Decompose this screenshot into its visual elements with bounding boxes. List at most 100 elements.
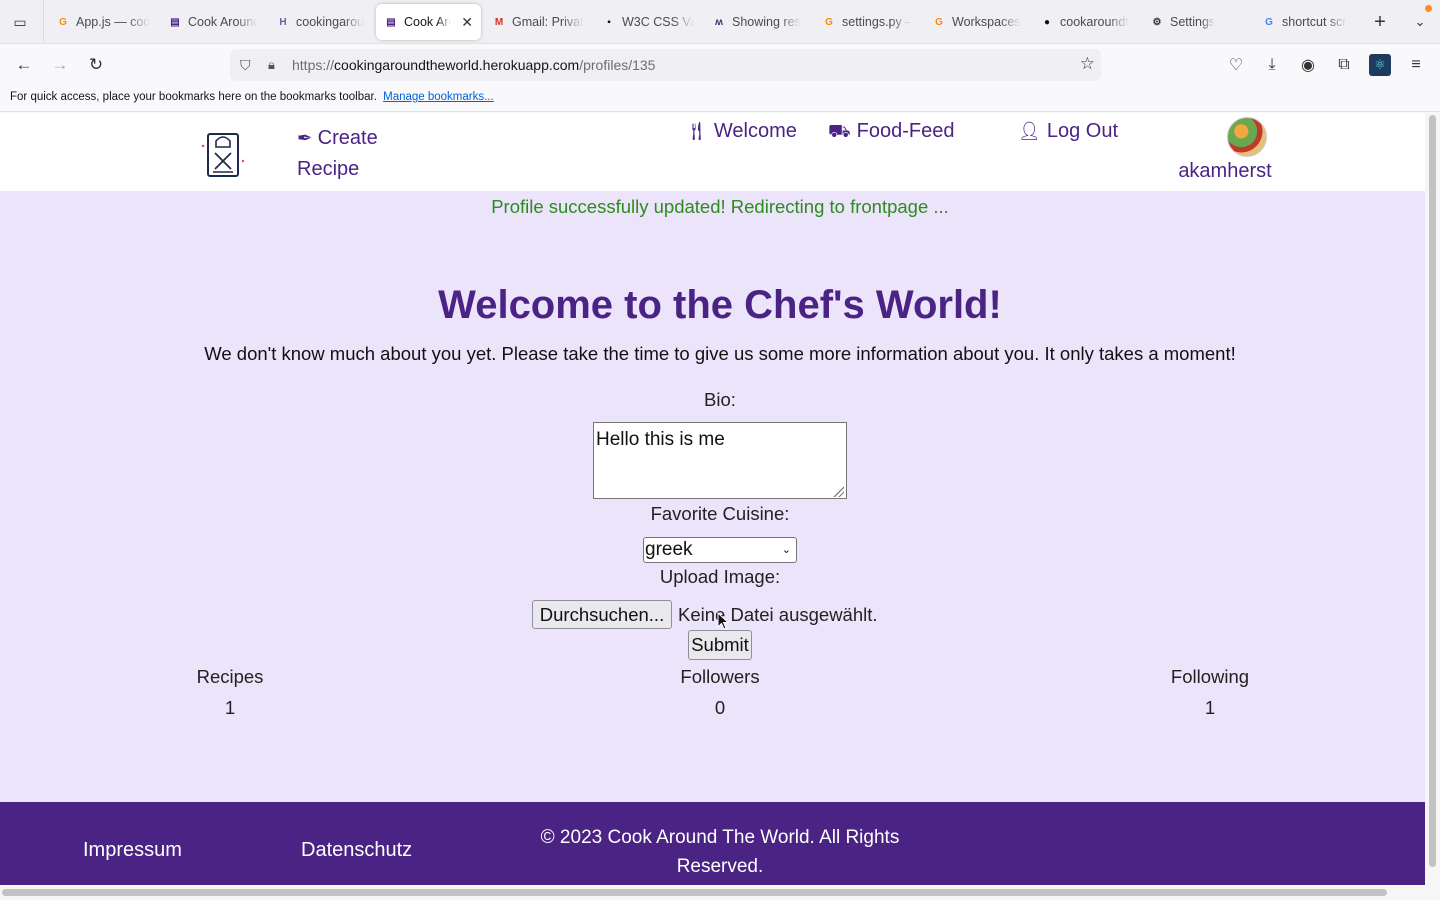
- gear-icon: ⚙: [1152, 16, 1162, 28]
- food-feed-label: Food-Feed: [856, 120, 955, 142]
- page-title: Welcome to the Chef's World!: [438, 283, 1002, 327]
- browser-tab-bar: ▭ G App.js — coo ▤ Cook Around Hcookingarou ▤…: [0, 0, 1440, 44]
- tab-title: Workspaces: [952, 15, 1021, 29]
- stat-value: 0: [714, 697, 726, 718]
- gitpod-icon: G: [825, 16, 833, 28]
- url-text[interactable]: https://cookingaroundtheworld.herokuapp.…: [292, 57, 655, 73]
- reload-icon[interactable]: ↻: [82, 52, 110, 78]
- browser-tab[interactable]: Gsettings.py –: [814, 4, 922, 40]
- stat-label: Followers: [680, 666, 760, 687]
- wolf-icon: ʍ: [715, 16, 723, 28]
- bookmarks-toolbar: For quick access, place your bookmarks h…: [0, 86, 1440, 112]
- browser-tab[interactable]: Gshortcut scr: [1254, 4, 1362, 40]
- browser-tab[interactable]: ▤ Cook Aro ✕: [376, 4, 481, 40]
- shield-icon[interactable]: ⛉: [240, 57, 256, 74]
- user-icon: 👤︎: [1018, 121, 1041, 141]
- welcome-label: Welcome: [713, 120, 797, 142]
- site-logo-icon[interactable]: [200, 131, 246, 179]
- submit-button[interactable]: Submit: [688, 630, 752, 660]
- stat-value: 1: [1204, 697, 1216, 718]
- lock-icon[interactable]: 🔒︎: [268, 57, 282, 73]
- browser-tab[interactable]: M Gmail: Privat: [484, 4, 594, 40]
- stat-recipes: Recipes 1: [150, 666, 310, 719]
- list-all-tabs-icon[interactable]: ⌄: [1408, 10, 1432, 34]
- intro-text: We don't know much about you yet. Please…: [204, 343, 1236, 364]
- back-icon[interactable]: ←: [10, 52, 38, 78]
- gmail-icon: M: [494, 16, 504, 28]
- account-icon[interactable]: ◉: [1297, 54, 1319, 76]
- site-icon: ▤: [170, 16, 180, 28]
- cuisine-selected-value: greek: [645, 539, 693, 560]
- browser-tab[interactable]: G App.js — coo: [48, 4, 158, 40]
- upload-image-label: Upload Image:: [659, 566, 781, 587]
- site-icon: ▤: [386, 16, 396, 28]
- react-devtools-icon[interactable]: ⚛: [1369, 54, 1391, 76]
- site-footer: Impressum Datenschutz © 2023 Cook Around…: [0, 802, 1425, 885]
- notification-dot: [1425, 5, 1432, 12]
- new-tab-button[interactable]: +: [1368, 10, 1392, 34]
- create-recipe-link[interactable]: ✒ Create Recipe: [297, 123, 407, 185]
- cuisine-select[interactable]: greek ⌄: [643, 537, 797, 563]
- browser-tab[interactable]: ▪ W3C CSS Va: [594, 4, 702, 40]
- google-icon: G: [1265, 16, 1273, 28]
- scroll-thumb[interactable]: [1429, 115, 1436, 867]
- w3c-icon: ▪: [607, 16, 611, 28]
- web-page: ✒ Create Recipe 🍴︎ Welcome ⛟ Food-Feed 👤…: [0, 113, 1425, 885]
- stat-followers: Followers 0: [640, 666, 800, 719]
- create-recipe-text: ✒ Create Recipe: [297, 123, 407, 185]
- address-bar[interactable]: ⛉ 🔒︎ https://cookingaroundtheworld.herok…: [230, 49, 1101, 81]
- forward-icon[interactable]: →: [46, 52, 74, 78]
- browser-tab[interactable]: ʍ Showing res: [704, 4, 812, 40]
- tab-title: settings.py –: [842, 15, 913, 29]
- feather-icon: ✒: [297, 128, 313, 148]
- no-file-text: Keine Datei ausgewählt.: [678, 604, 878, 625]
- menu-icon[interactable]: ≡: [1405, 54, 1427, 76]
- chevron-down-icon: ⌄: [781, 544, 791, 556]
- manage-bookmarks-link[interactable]: Manage bookmarks...: [383, 91, 494, 103]
- vertical-scrollbar[interactable]: [1425, 113, 1440, 885]
- username-link[interactable]: akamherst: [1150, 160, 1300, 183]
- tab-title: Settings: [1170, 15, 1216, 29]
- stat-value: 1: [224, 697, 236, 718]
- close-tab-icon[interactable]: ✕: [461, 14, 473, 31]
- cuisine-label: Favorite Cuisine:: [650, 503, 790, 524]
- bio-textarea[interactable]: Hello this is me: [593, 422, 847, 499]
- downloads-icon[interactable]: ⤓: [1261, 54, 1283, 76]
- site-header: ✒ Create Recipe 🍴︎ Welcome ⛟ Food-Feed 👤…: [0, 113, 1425, 191]
- browser-tab[interactable]: Hcookingarou: [268, 4, 372, 40]
- browser-tab[interactable]: ⚙ Settings: [1142, 4, 1252, 40]
- impressum-link[interactable]: Impressum: [83, 839, 182, 862]
- tab-title: cookingarou: [296, 15, 364, 29]
- gitpod-icon: G: [935, 16, 943, 28]
- food-feed-link[interactable]: ⛟ Food-Feed: [828, 120, 955, 145]
- utensils-icon: 🍴︎: [685, 121, 708, 141]
- stat-following: Following 1: [1130, 666, 1290, 719]
- browser-tab[interactable]: ● cookaroundt: [1032, 4, 1142, 40]
- datenschutz-link[interactable]: Datenschutz: [301, 839, 412, 862]
- extensions-icon[interactable]: ⧉: [1333, 54, 1355, 76]
- browse-file-button[interactable]: Durchsuchen...: [532, 600, 672, 629]
- tab-title: App.js — coo: [76, 15, 150, 29]
- bookmarks-hint: For quick access, place your bookmarks h…: [10, 91, 377, 103]
- firefox-view-icon[interactable]: ▭: [8, 10, 32, 34]
- browser-tab[interactable]: G Workspaces: [924, 4, 1034, 40]
- bookmark-star-icon[interactable]: ☆: [1080, 54, 1095, 74]
- tab-title: W3C CSS Va: [622, 15, 694, 29]
- welcome-link[interactable]: 🍴︎ Welcome: [685, 120, 797, 143]
- avatar[interactable]: [1227, 117, 1267, 157]
- resize-handle-icon[interactable]: [832, 485, 844, 497]
- log-out-link[interactable]: 👤︎ Log Out: [1018, 120, 1118, 143]
- heroku-icon: H: [279, 16, 287, 28]
- tab-title: Showing res: [732, 15, 801, 29]
- browser-navigation-bar: ← → ↻ ⛉ 🔒︎ https://cookingaroundtheworld…: [0, 44, 1440, 86]
- tab-title: cookaroundt: [1060, 15, 1129, 29]
- tab-title: Gmail: Privat: [512, 15, 584, 29]
- truck-icon: ⛟: [828, 121, 851, 141]
- browser-tab[interactable]: ▤ Cook Around: [160, 4, 265, 40]
- pocket-icon[interactable]: ♡: [1225, 54, 1247, 76]
- tab-title: Cook Aro: [404, 15, 452, 29]
- tab-title: shortcut scr: [1282, 15, 1347, 29]
- horizontal-scrollbar[interactable]: [0, 885, 1440, 900]
- scroll-thumb[interactable]: [2, 889, 1387, 896]
- bio-label: Bio:: [704, 389, 736, 410]
